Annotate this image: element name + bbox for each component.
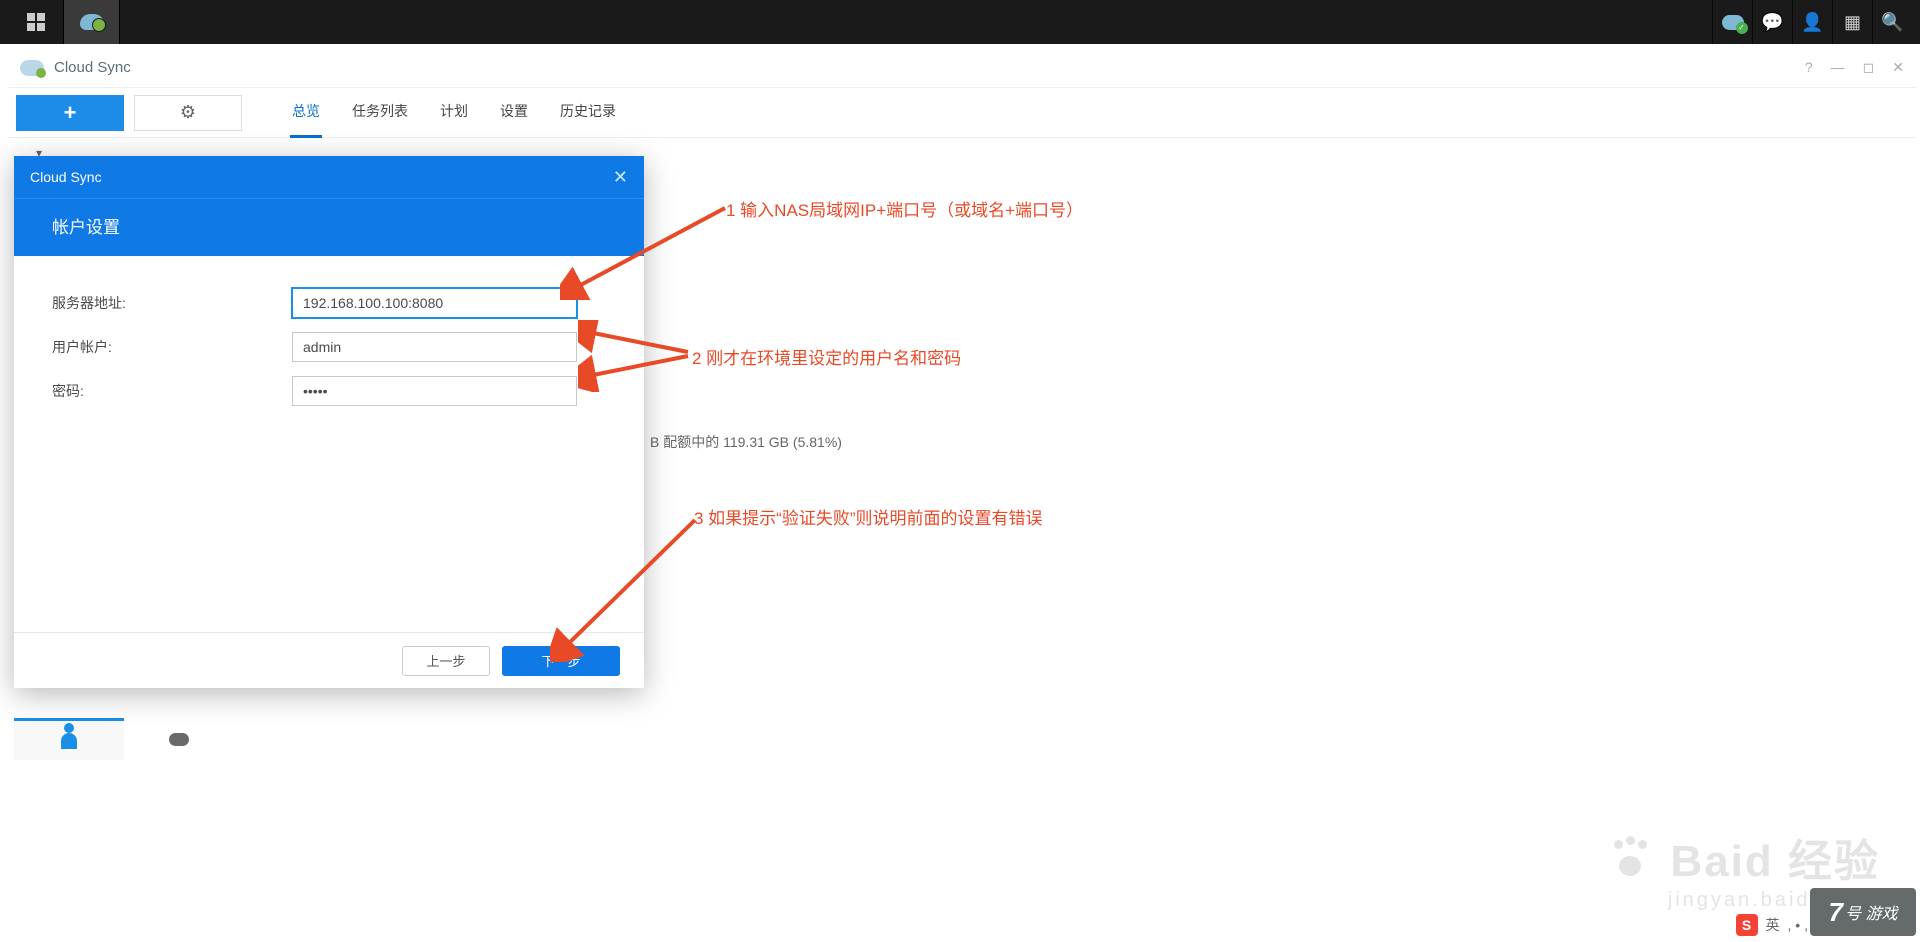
annotation-3: 3 如果提示“验证失败”则说明前面的设置有错误 [694,504,1043,529]
arrow-1 [560,200,740,300]
toolbar-left: + ⚙ [8,87,250,139]
cloudsync-window: Cloud Sync ? — ◻ ✕ + ⚙ 总览 任务列表 计划 设置 历史记… [8,48,1916,138]
main-tabs: 总览 任务列表 计划 设置 历史记录 [290,87,618,138]
widgets-button[interactable]: ▦ [1832,0,1872,44]
help-button[interactable]: ? [1805,59,1813,76]
prev-button[interactable]: 上一步 [402,646,490,676]
tab-schedule[interactable]: 计划 [438,87,470,138]
apps-grid-button[interactable] [8,0,64,44]
corner-text: 号 游戏 [1845,900,1897,924]
bottom-tab-user[interactable] [14,718,124,760]
cloud-icon [80,14,104,30]
messages-button[interactable]: 💬 [1752,0,1792,44]
modal-close-button[interactable]: ✕ [613,167,628,188]
tab-settings[interactable]: 设置 [498,87,530,138]
settings-button[interactable]: ⚙ [134,95,242,131]
app-cloud-icon [20,60,44,76]
cloudsync-taskbar-button[interactable] [64,0,120,44]
modal-header: Cloud Sync ✕ [14,156,644,198]
ime-dots: , • , [1788,917,1808,933]
ime-indicator[interactable]: S 英 , • , [1736,914,1808,936]
modal-body: 服务器地址: 用户帐户: 密码: [14,256,644,452]
app-titlebar: Cloud Sync ? — ◻ ✕ [8,48,1916,88]
arrow-2b [578,352,698,392]
cloud-tab-icon [169,733,189,746]
annotation-2: 2 刚才在环境里设定的用户名和密码 [692,344,961,369]
corner-overlay[interactable]: 7 号 游戏 [1810,888,1916,936]
modal-subtitle: 帐户设置 [14,198,644,256]
password-input[interactable] [292,376,577,406]
user-input[interactable] [292,332,577,362]
ime-lang: 英 [1766,915,1780,935]
add-button[interactable]: + [16,95,124,131]
server-input[interactable] [292,288,577,318]
cloud-check-icon [1722,15,1744,30]
panel-icon: ▦ [1844,12,1861,33]
toolbar-row: + ⚙ 总览 任务列表 计划 设置 历史记录 [8,88,1916,138]
close-button[interactable]: ✕ [1892,59,1904,76]
quota-text: B 配额中的 119.31 GB (5.81%) [650,432,842,452]
row-user: 用户帐户: [52,332,606,362]
titlebar-left: Cloud Sync [20,59,131,76]
modal-title: Cloud Sync [30,169,102,185]
row-server: 服务器地址: [52,288,606,318]
tab-tasklist[interactable]: 任务列表 [350,87,410,138]
password-label: 密码: [52,381,292,401]
search-icon: 🔍 [1881,12,1903,33]
row-password: 密码: [52,376,606,406]
arrow-3 [550,512,710,662]
grid-icon [27,13,45,31]
gear-icon: ⚙ [180,102,196,123]
bottom-tabs [14,718,234,760]
user-button[interactable]: 👤 [1792,0,1832,44]
cloud-status-button[interactable] [1712,0,1752,44]
person-tab-icon [61,733,77,749]
chat-icon: 💬 [1761,12,1783,33]
titlebar-controls: ? — ◻ ✕ [1805,59,1904,76]
sogou-icon: S [1736,914,1758,936]
corner-num: 7 [1829,897,1843,928]
watermark-line1: Baid 经验 [1610,825,1880,889]
server-label: 服务器地址: [52,293,292,313]
taskbar-right: 💬 👤 ▦ 🔍 [1712,0,1912,44]
tab-overview[interactable]: 总览 [290,87,322,138]
annotation-1: 1 输入NAS局域网IP+端口号（或域名+端口号） [726,196,1083,221]
paw-icon [1610,836,1650,876]
system-taskbar: 💬 👤 ▦ 🔍 [0,0,1920,44]
maximize-button[interactable]: ◻ [1863,59,1875,76]
taskbar-left [8,0,120,44]
user-label: 用户帐户: [52,337,292,357]
tab-history[interactable]: 历史记录 [558,87,618,138]
app-title: Cloud Sync [54,59,131,76]
minimize-button[interactable]: — [1831,59,1845,76]
bottom-tab-cloud[interactable] [124,718,234,760]
person-icon: 👤 [1801,12,1823,33]
search-button[interactable]: 🔍 [1872,0,1912,44]
